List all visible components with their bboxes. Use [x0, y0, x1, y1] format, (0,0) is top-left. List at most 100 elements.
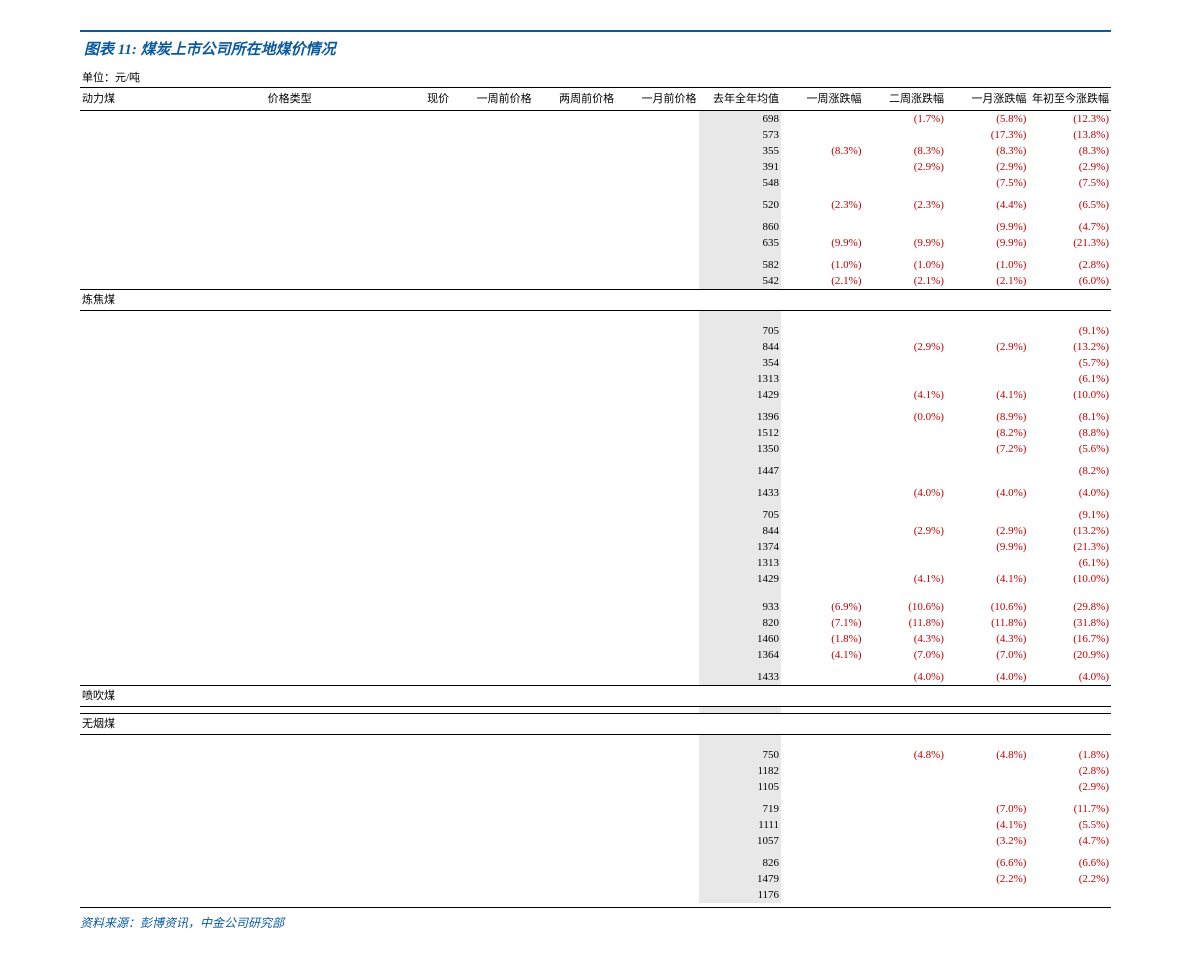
cell: (5.6%): [1028, 441, 1111, 457]
cell: (5.8%): [946, 111, 1028, 128]
cell: [616, 615, 698, 631]
table-row: 826(6.6%)(6.6%): [80, 855, 1111, 871]
cell: [781, 855, 863, 871]
cell: (4.3%): [864, 631, 946, 647]
cell: [369, 197, 451, 213]
cell: 1460: [699, 631, 781, 647]
cell: [266, 175, 369, 191]
cell: (9.9%): [946, 539, 1028, 555]
cell: 582: [699, 257, 781, 273]
cell: [451, 371, 533, 387]
cell: [616, 175, 698, 191]
cell: 1396: [699, 409, 781, 425]
cell: 355: [699, 143, 781, 159]
cell: (2.9%): [864, 523, 946, 539]
cell: [369, 599, 451, 615]
cell: [451, 235, 533, 251]
cell: (2.9%): [1028, 779, 1111, 795]
cell: (3.2%): [946, 833, 1028, 849]
source-note: 资料来源：彭博资讯，中金公司研究部: [80, 907, 1111, 931]
cell: [864, 555, 946, 571]
cell: [266, 747, 369, 763]
cell: [266, 871, 369, 887]
cell: [534, 555, 616, 571]
cell: (8.2%): [946, 425, 1028, 441]
cell: [369, 747, 451, 763]
cell: [369, 631, 451, 647]
cell: [616, 763, 698, 779]
cell: [864, 127, 946, 143]
cell: [266, 523, 369, 539]
table-row: 1396(0.0%)(8.9%)(8.1%): [80, 409, 1111, 425]
cell: (2.9%): [864, 159, 946, 175]
cell: (9.9%): [864, 235, 946, 251]
cell: 1512: [699, 425, 781, 441]
cell: [369, 441, 451, 457]
cell: [451, 463, 533, 479]
table-row: 860(9.9%)(4.7%): [80, 219, 1111, 235]
cell: [781, 339, 863, 355]
cell: [616, 871, 698, 887]
cell: (4.1%): [946, 571, 1028, 587]
cell: [781, 175, 863, 191]
cell: (6.5%): [1028, 197, 1111, 213]
col-header: 去年全年均值: [699, 88, 781, 111]
cell: [864, 779, 946, 795]
cell: [266, 235, 369, 251]
cell: [534, 159, 616, 175]
cell: [781, 539, 863, 555]
table-row: 355(8.3%)(8.3%)(8.3%)(8.3%): [80, 143, 1111, 159]
cell: [266, 219, 369, 235]
cell: (4.1%): [781, 647, 863, 663]
cell: [80, 197, 266, 213]
table-row: 1433(4.0%)(4.0%)(4.0%): [80, 669, 1111, 686]
cell: [266, 257, 369, 273]
cell: [369, 817, 451, 833]
cell: [266, 273, 369, 290]
cell: [266, 111, 369, 128]
cell: [781, 523, 863, 539]
cell: (13.8%): [1028, 127, 1111, 143]
cell: [451, 523, 533, 539]
cell: [80, 507, 266, 523]
cell: [369, 485, 451, 501]
cell: [266, 833, 369, 849]
cell: [80, 833, 266, 849]
cell: [534, 599, 616, 615]
cell: [80, 631, 266, 647]
cell: [864, 507, 946, 523]
cell: [864, 441, 946, 457]
cell: [781, 441, 863, 457]
cell: [266, 323, 369, 339]
cell: [616, 441, 698, 457]
cell: [946, 555, 1028, 571]
cell: [369, 409, 451, 425]
cell: [864, 371, 946, 387]
cell: [781, 817, 863, 833]
cell: [616, 219, 698, 235]
cell: [616, 631, 698, 647]
table-row: 844(2.9%)(2.9%)(13.2%): [80, 523, 1111, 539]
cell: 844: [699, 523, 781, 539]
col-header: 动力煤: [80, 88, 266, 111]
cell: 548: [699, 175, 781, 191]
cell: [781, 425, 863, 441]
cell: (4.0%): [1028, 485, 1111, 501]
cell: [864, 817, 946, 833]
cell: 1313: [699, 371, 781, 387]
cell: [369, 235, 451, 251]
cell: (4.1%): [946, 817, 1028, 833]
cell: [781, 485, 863, 501]
cell: 1313: [699, 555, 781, 571]
cell: [534, 887, 616, 903]
cell: [1028, 887, 1111, 903]
cell: [616, 523, 698, 539]
cell: [266, 197, 369, 213]
cell: [451, 817, 533, 833]
cell: [80, 425, 266, 441]
cell: [781, 355, 863, 371]
cell: [616, 273, 698, 290]
col-header: 一周涨跌幅: [781, 88, 863, 111]
cell: [616, 507, 698, 523]
table-row: 1460(1.8%)(4.3%)(4.3%)(16.7%): [80, 631, 1111, 647]
